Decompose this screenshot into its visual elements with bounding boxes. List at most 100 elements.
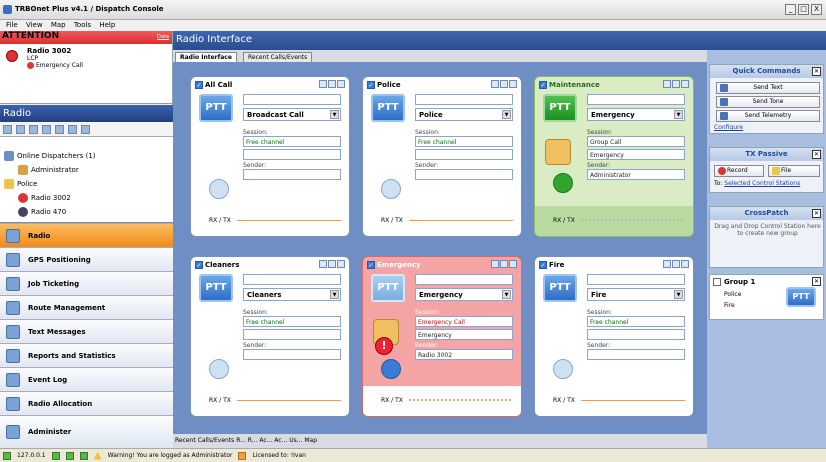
tree-item-administrator[interactable]: Administrator [18,165,79,175]
attention-item[interactable]: Radio 3002 LCP Emergency Call [0,44,172,104]
settings-icon[interactable] [319,260,327,268]
monitor-icon[interactable] [509,80,517,88]
talkgroup-select[interactable]: Emergency ▼ [587,108,685,121]
tree-item-radio-3002[interactable]: Radio 3002 [18,193,71,203]
settings-icon[interactable] [491,260,499,268]
volume-icon[interactable] [500,260,508,268]
send-text-button[interactable]: Send Text [716,82,820,94]
ptt-button[interactable]: PTT [371,94,405,122]
talkgroup-select[interactable]: Cleaners ▼ [243,288,341,301]
nav-route-management[interactable]: Route Management [0,295,173,319]
tree-label: Police [17,180,38,188]
tab-recent-calls[interactable]: Recent Calls/Events [243,52,313,62]
button-label: Send Tone [752,98,784,105]
close-icon[interactable]: ✕ [812,67,821,76]
close-icon[interactable]: ✕ [812,209,821,218]
nav-text-messages[interactable]: Text Messages [0,319,173,343]
close-icon[interactable]: ✕ [812,277,821,286]
speaker-icon[interactable] [381,359,401,379]
extra-field: Emergency [587,149,685,160]
ptt-button[interactable]: PTT [543,274,577,302]
tree-item-police[interactable]: Police [4,179,37,189]
file-button[interactable]: File [768,165,820,177]
card-checkbox[interactable]: ✓ [195,81,203,89]
menu-view[interactable]: View [26,20,43,31]
bottom-tabs[interactable]: Recent Calls/Events R... R... Ac... Ac..… [173,434,707,448]
microphone-icon[interactable] [209,179,229,199]
nav-radio-allocation[interactable]: Radio Allocation [0,391,173,415]
tree-item-dispatchers[interactable]: Online Dispatchers (1) [4,151,96,161]
settings-icon[interactable] [663,80,671,88]
card-checkbox[interactable]: ✓ [539,81,547,89]
close-icon[interactable]: ✕ [812,150,821,159]
volume-icon[interactable] [672,80,680,88]
selected-stations-link[interactable]: Selected Control Stations [724,180,800,187]
menu-file[interactable]: File [6,20,18,31]
card-name: All Call [205,81,233,89]
card-checkbox[interactable]: ✓ [539,261,547,269]
volume-icon[interactable] [672,260,680,268]
tab-radio-interface[interactable]: Radio Interface [175,52,237,62]
group-icon[interactable] [42,125,51,134]
talkgroup-select[interactable]: Emergency ▼ [415,288,513,301]
volume-icon[interactable] [328,260,336,268]
tree-icon[interactable] [29,125,38,134]
menu-help[interactable]: Help [99,20,115,31]
channel-card-cleaners: ✓ Cleaners PTT Cleaners ▼ Session: Free c… [190,256,350,417]
talkgroup-select[interactable]: Fire ▼ [587,288,685,301]
microphone-icon[interactable] [553,359,573,379]
nav-label: Reports and Statistics [28,351,116,360]
tools-icon[interactable] [55,125,64,134]
nav-event-log[interactable]: Event Log [0,367,173,391]
ptt-button[interactable]: PTT [371,274,405,302]
view-icon[interactable] [3,125,12,134]
refresh-icon[interactable] [81,125,90,134]
close-button[interactable]: X [811,4,822,15]
monitor-icon[interactable] [681,80,689,88]
settings-icon[interactable] [663,260,671,268]
attention-data-link[interactable]: Data [157,34,169,40]
nav-job-ticketing[interactable]: Job Ticketing [0,271,173,295]
nav-reports[interactable]: Reports and Statistics [0,343,173,367]
maximize-button[interactable]: □ [798,4,809,15]
talkgroup-select[interactable]: Broadcast Call ▼ [243,108,341,121]
send-telemetry-button[interactable]: Send Telemetry [716,110,820,122]
select-value: Emergency [591,111,635,119]
card-checkbox[interactable]: ✓ [367,261,375,269]
main-title: Radio Interface [173,31,826,50]
send-tone-button[interactable]: Send Tone [716,96,820,108]
nav-radio[interactable]: Radio [0,223,173,247]
tree-item-radio-470[interactable]: Radio 470 [18,207,66,217]
nav-gps[interactable]: GPS Positioning [0,247,173,271]
group-checkbox[interactable] [713,278,721,286]
record-button[interactable]: Record [714,165,764,177]
microphone-icon[interactable] [381,179,401,199]
monitor-icon[interactable] [337,260,345,268]
sender-field: Radio 3002 [415,349,513,360]
ptt-button[interactable]: PTT [199,274,233,302]
configure-link[interactable]: Configure [714,124,743,131]
monitor-icon[interactable] [509,260,517,268]
volume-icon[interactable] [328,80,336,88]
microphone-icon[interactable] [209,359,229,379]
station-icon [65,451,74,460]
card-checkbox[interactable]: ✓ [195,261,203,269]
volume-icon[interactable] [500,80,508,88]
talkgroup-select[interactable]: Police ▼ [415,108,513,121]
ptt-button[interactable]: PTT [199,94,233,122]
menu-map[interactable]: Map [51,20,66,31]
nav-administer[interactable]: Administer [0,415,173,448]
group-ptt-button[interactable]: PTT [786,287,816,307]
monitor-icon[interactable] [337,80,345,88]
card-checkbox[interactable]: ✓ [367,81,375,89]
list-icon[interactable] [16,125,25,134]
microphone-icon[interactable] [553,173,573,193]
settings-icon[interactable] [319,80,327,88]
monitor-icon[interactable] [681,260,689,268]
filter-icon[interactable] [68,125,77,134]
minimize-button[interactable]: _ [785,4,796,15]
settings-icon[interactable] [491,80,499,88]
menu-tools[interactable]: Tools [74,20,91,31]
radio-nav-icon [6,228,20,243]
ptt-button[interactable]: PTT [543,94,577,122]
